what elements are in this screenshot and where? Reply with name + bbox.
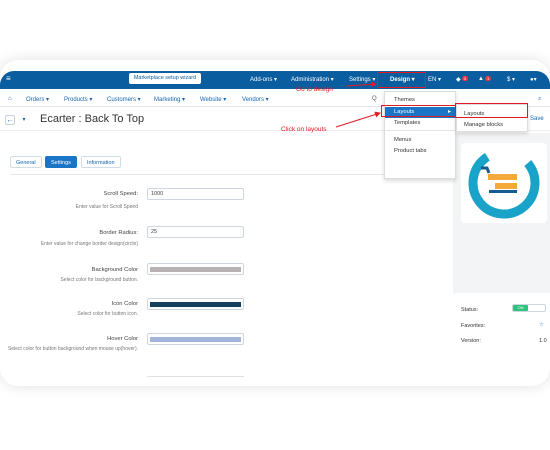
nav-customers[interactable]: Customers ▾ bbox=[107, 96, 141, 103]
marketplace-wizard-button[interactable]: Marketplace setup wizard bbox=[129, 73, 201, 84]
menu-item-menus[interactable]: Menus bbox=[394, 137, 411, 143]
save-button[interactable]: Save bbox=[530, 116, 544, 122]
currency-selector[interactable]: $ ▾ bbox=[507, 76, 515, 83]
bell-icon[interactable]: ▲ 1 bbox=[478, 76, 492, 82]
background-color-hint: Select color for background button. bbox=[60, 277, 138, 283]
go-to-design-annotation: Go to design bbox=[296, 86, 333, 93]
home-icon[interactable]: ⌂ bbox=[8, 96, 12, 102]
layouts-highlight-box bbox=[381, 105, 456, 117]
notif-badge-1: 3 bbox=[461, 76, 468, 81]
notif-badge-2: 1 bbox=[484, 76, 492, 81]
administration-menu[interactable]: Administration ▾ bbox=[291, 76, 334, 83]
nav-vendors[interactable]: Vendors ▾ bbox=[242, 96, 269, 103]
background-color-swatch bbox=[150, 267, 241, 272]
nav-orders[interactable]: Orders ▾ bbox=[26, 96, 49, 103]
tabs-divider bbox=[10, 174, 438, 175]
settings-menu[interactable]: Settings ▾ bbox=[349, 76, 375, 83]
scroll-speed-hint: Enter value for Scroll Speed bbox=[75, 204, 138, 210]
menu-item-templates[interactable]: Templates bbox=[394, 120, 420, 126]
design-highlight-box bbox=[377, 72, 426, 88]
addons-menu[interactable]: Add-ons ▾ bbox=[250, 76, 277, 83]
submenu-item-manage-blocks[interactable]: Manage blocks bbox=[464, 122, 503, 128]
status-on-indicator: ON bbox=[513, 305, 528, 311]
nav-products[interactable]: Products ▾ bbox=[64, 96, 92, 103]
hover-color-hint: Select color for button background when … bbox=[7, 346, 138, 352]
form-bottom-divider bbox=[147, 376, 244, 377]
search-icon[interactable]: ⌕ bbox=[538, 96, 541, 103]
hover-color-picker[interactable] bbox=[147, 333, 244, 345]
star-icon[interactable]: ☆ bbox=[539, 322, 544, 328]
border-radius-label: Border Radius: bbox=[99, 230, 138, 236]
icon-color-label: Icon Color bbox=[111, 301, 138, 307]
icon-color-hint: Select color for button icon. bbox=[77, 311, 138, 317]
app-window: ≡ Marketplace setup wizard Add-ons ▾ Adm… bbox=[0, 71, 550, 381]
click-on-layouts-annotation: Click on layouts bbox=[281, 126, 327, 133]
border-radius-hint: Enter value for change border design(cir… bbox=[40, 241, 138, 247]
scroll-speed-input[interactable]: 1000 bbox=[147, 188, 244, 200]
icon-color-swatch bbox=[150, 302, 241, 307]
version-label: Version: bbox=[461, 338, 481, 344]
addon-info-panel bbox=[453, 133, 550, 293]
language-selector[interactable]: EN ▾ bbox=[428, 76, 441, 83]
user-icon[interactable]: ●▾ bbox=[530, 76, 537, 83]
version-value: 1.0 bbox=[539, 338, 547, 344]
hover-color-label: Hover Color bbox=[107, 336, 138, 342]
border-radius-input[interactable]: 25 bbox=[147, 226, 244, 238]
menu-item-product-tabs[interactable]: Product tabs bbox=[394, 148, 427, 154]
background-color-picker[interactable] bbox=[147, 263, 244, 275]
icon-color-picker[interactable] bbox=[147, 298, 244, 310]
tab-information[interactable]: Information bbox=[81, 156, 121, 168]
back-arrow-icon[interactable]: ← bbox=[5, 115, 15, 125]
search-box-fragment[interactable]: Q bbox=[372, 96, 377, 102]
nav-website[interactable]: Website ▾ bbox=[200, 96, 226, 103]
status-label: Status: bbox=[461, 307, 479, 313]
favorites-label: Favorites: bbox=[461, 323, 486, 329]
top-admin-bar: ≡ Marketplace setup wizard Add-ons ▾ Adm… bbox=[0, 71, 550, 89]
notifications-icon[interactable]: ◆ 3 bbox=[456, 76, 468, 83]
status-toggle[interactable]: ON bbox=[512, 304, 546, 312]
menu-divider bbox=[385, 130, 455, 131]
tab-settings[interactable]: Settings bbox=[45, 156, 77, 168]
chevron-down-icon[interactable]: ▾ bbox=[19, 115, 29, 125]
page-title: Ecarter : Back To Top bbox=[40, 113, 145, 125]
tab-general[interactable]: General bbox=[10, 156, 42, 168]
scroll-speed-label: Scroll Speed: bbox=[103, 191, 138, 197]
layouts-submenu-highlight-box bbox=[455, 103, 528, 118]
hover-color-swatch bbox=[150, 337, 241, 342]
addon-logo bbox=[461, 143, 547, 223]
menu-item-themes[interactable]: Themes bbox=[394, 97, 415, 103]
menu-toggle-icon[interactable]: ≡ bbox=[6, 74, 11, 83]
nav-marketing[interactable]: Marketing ▾ bbox=[154, 96, 185, 103]
background-color-label: Background Color bbox=[91, 267, 138, 273]
